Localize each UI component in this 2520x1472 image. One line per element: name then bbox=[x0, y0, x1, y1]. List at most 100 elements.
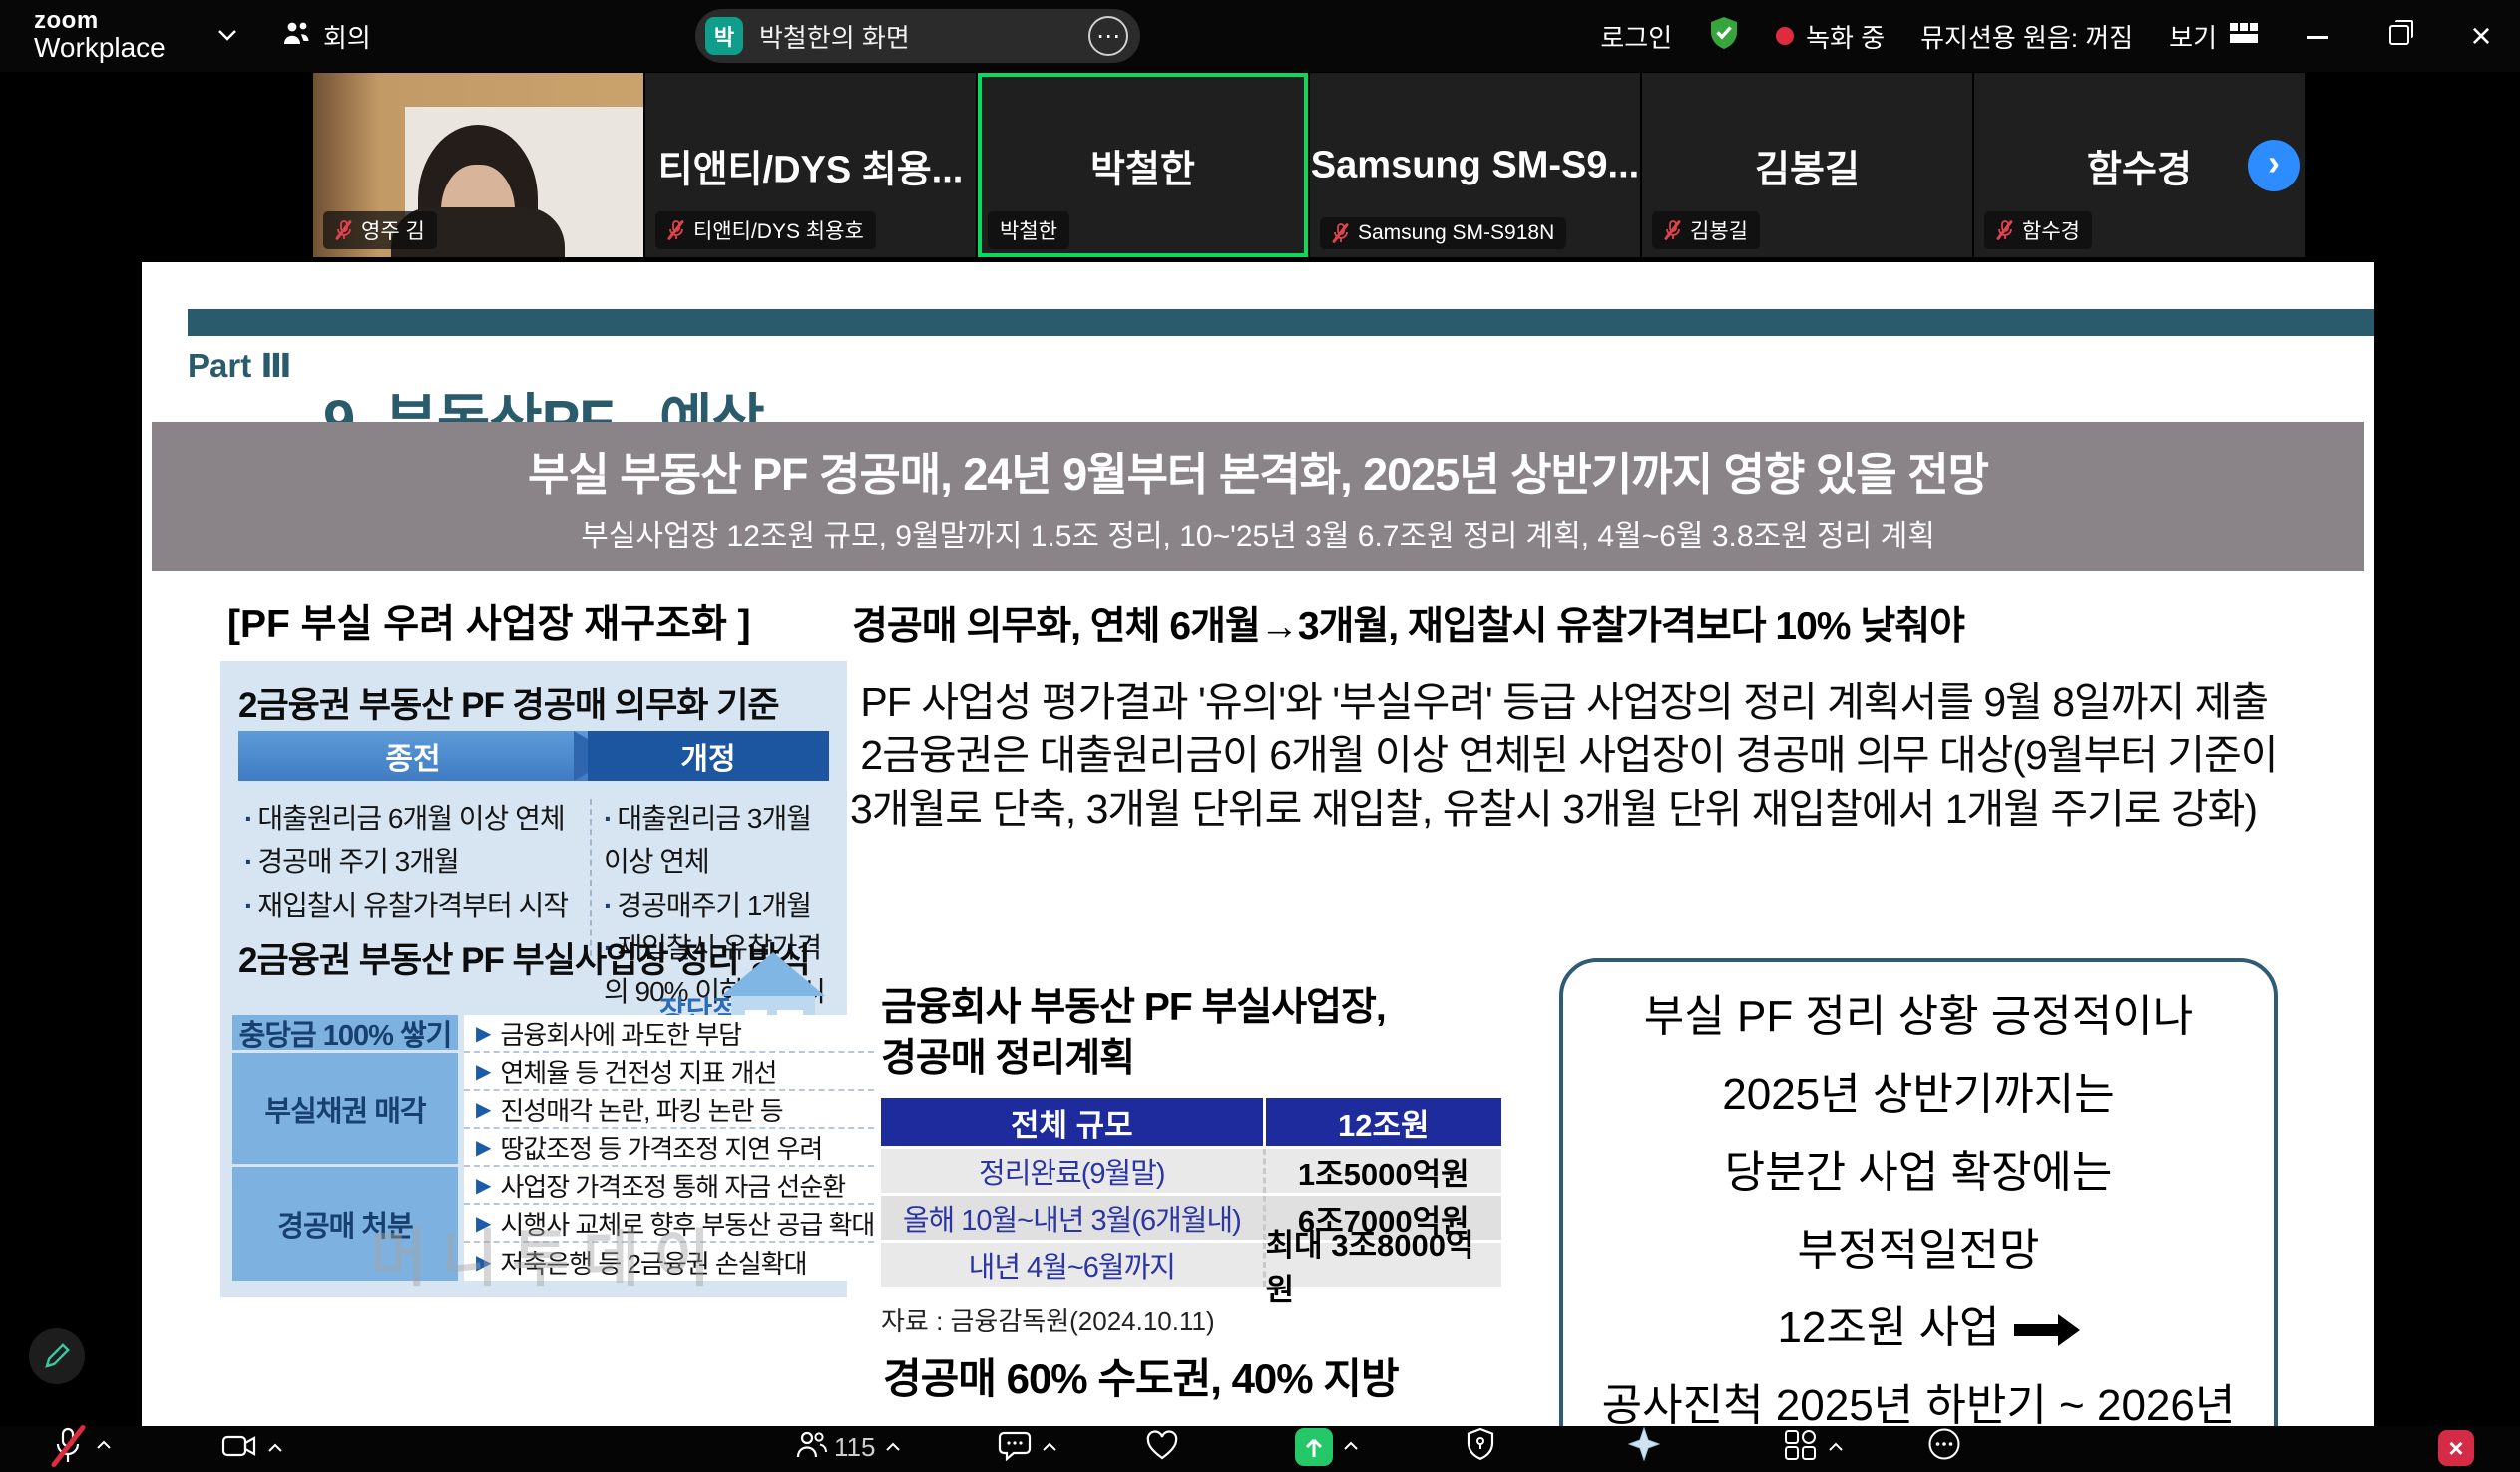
chevron-up-icon[interactable] bbox=[1343, 1438, 1359, 1456]
before-after-header: 종전 개정 bbox=[238, 731, 829, 781]
triangle-bullet-icon: ▶ bbox=[476, 1059, 490, 1084]
method-item: ▶연체율 등 건전성 지표 개선 bbox=[464, 1053, 874, 1091]
triangle-bullet-icon: ▶ bbox=[476, 1173, 490, 1198]
table-row: 내년 4월~6월까지 최대 3조8000억원 bbox=[881, 1243, 1501, 1287]
nameplate-label: 영주 김 bbox=[361, 215, 425, 245]
zoom-window: zoom Workplace 회의 박 박철한의 화면 ⋯ 로그인 녹화 중 뮤… bbox=[0, 0, 2520, 1472]
view-button[interactable]: 보기 bbox=[2169, 18, 2259, 55]
original-sound-toggle[interactable]: 뮤지션용 원음: 꺼짐 bbox=[1920, 18, 2133, 55]
bottom-note: 경공매 60% 수도권, 40% 지방 bbox=[883, 1345, 1399, 1406]
plan-table-header: 전체 규모 12조원 bbox=[881, 1098, 1501, 1146]
chevron-up-icon[interactable] bbox=[96, 1437, 112, 1455]
method-row-label: 부실채권 매각 bbox=[232, 1053, 458, 1167]
people-icon bbox=[281, 20, 311, 53]
security-shield-icon bbox=[1708, 16, 1740, 57]
nameplate: 박철한 bbox=[988, 211, 1069, 249]
restore-button[interactable] bbox=[2376, 20, 2422, 52]
chat-icon bbox=[998, 1429, 1032, 1466]
triangle-bullet-icon: ▶ bbox=[476, 1021, 490, 1046]
video-button[interactable] bbox=[221, 1431, 283, 1466]
video-tile-park-cheolhan-active[interactable]: 박철한 박철한 bbox=[978, 73, 1308, 257]
mic-muted-icon bbox=[1332, 223, 1350, 243]
camera-icon bbox=[221, 1431, 257, 1466]
meeting-toolbar: 115 × bbox=[0, 1426, 2520, 1472]
video-tile-yeongju-kim[interactable]: 영주 김 bbox=[313, 73, 643, 257]
source-caption: 자료 : 금융감독원(2024.10.11) bbox=[881, 1301, 1215, 1338]
ai-sparkle-icon bbox=[1628, 1427, 1660, 1466]
callout-line: 부실 PF 정리 상황 긍정적이나 bbox=[1563, 978, 2274, 1056]
share-screen-icon bbox=[1295, 1428, 1333, 1466]
slide-banner: 부실 부동산 PF 경공매, 24년 9월부터 본격화, 2025년 상반기까지… bbox=[152, 422, 2364, 571]
record-dot-icon bbox=[1776, 27, 1794, 45]
more-button[interactable] bbox=[1927, 1427, 1961, 1466]
chat-button[interactable] bbox=[998, 1429, 1057, 1466]
logo-line2: Workplace bbox=[34, 33, 166, 62]
mute-button[interactable] bbox=[52, 1426, 112, 1466]
logo-line1: zoom bbox=[34, 8, 166, 33]
nameplate: 티앤티/DYS 최용호 bbox=[655, 211, 876, 249]
more-ellipsis-icon bbox=[1927, 1427, 1961, 1466]
banner-headline: 부실 부동산 PF 경공매, 24년 9월부터 본격화, 2025년 상반기까지… bbox=[152, 438, 2364, 503]
shared-screen-title: 박철한의 화면 bbox=[759, 18, 1072, 55]
view-grid-icon bbox=[2229, 21, 2259, 52]
tab-meeting[interactable]: 회의 bbox=[281, 18, 371, 55]
nameplate-label: 티앤티/DYS 최용호 bbox=[693, 215, 864, 245]
close-button[interactable]: × bbox=[2458, 15, 2504, 57]
triangle-bullet-icon: ▶ bbox=[476, 1097, 490, 1122]
login-button[interactable]: 로그인 bbox=[1600, 18, 1672, 55]
nameplate-label: Samsung SM-S918N bbox=[1358, 221, 1554, 245]
plan-table-title: 금융회사 부동산 PF 부실사업장, 경공매 정리계획 bbox=[881, 982, 1386, 1085]
method-item: ▶사업장 가격조정 통해 자금 선순환 bbox=[464, 1167, 874, 1205]
nameplate: 영주 김 bbox=[323, 211, 437, 249]
before-item: 경공매 주기 3개월 bbox=[244, 840, 574, 883]
nameplate-label: 김봉길 bbox=[1690, 215, 1748, 245]
next-participants-button[interactable]: › bbox=[2248, 140, 2300, 191]
nameplate: 함수경 bbox=[1984, 211, 2092, 249]
zoom-workplace-logo: zoom Workplace bbox=[34, 8, 166, 63]
leave-meeting-button[interactable]: × bbox=[2438, 1430, 2474, 1466]
mic-muted-icon bbox=[667, 220, 685, 240]
infographic-box: 2금융권 부동산 PF 경공매 의무화 기준 종전 개정 대출원리금 6개월 이… bbox=[220, 661, 847, 1297]
participants-button[interactable]: 115 bbox=[794, 1429, 901, 1466]
mic-muted-icon bbox=[335, 220, 353, 240]
security-button[interactable] bbox=[1465, 1427, 1496, 1466]
chevron-up-icon[interactable] bbox=[885, 1439, 901, 1457]
chevron-up-icon[interactable] bbox=[1042, 1439, 1057, 1457]
ai-companion-button[interactable] bbox=[1628, 1427, 1660, 1466]
participants-count: 115 bbox=[834, 1432, 875, 1463]
minimize-button[interactable] bbox=[2295, 20, 2340, 52]
recording-label: 녹화 중 bbox=[1806, 18, 1885, 55]
recording-indicator: 녹화 중 bbox=[1776, 18, 1885, 55]
reactions-button[interactable] bbox=[1145, 1429, 1179, 1466]
chevron-up-icon[interactable] bbox=[1828, 1439, 1844, 1457]
callout-line: 2025년 상반기까지는 bbox=[1563, 1056, 2274, 1134]
leave-icon: × bbox=[2438, 1430, 2474, 1466]
triangle-bullet-icon: ▶ bbox=[476, 1135, 490, 1160]
section-heading-left: [PF 부실 우려 사업장 재구조화 ] bbox=[227, 593, 751, 649]
pencil-icon bbox=[41, 1340, 73, 1372]
after-item: 대출원리금 3개월 이상 연체 bbox=[604, 797, 829, 884]
banner-subline: 부실사업장 12조원 규모, 9월말까지 1.5조 정리, 10~'25년 3월… bbox=[152, 511, 2364, 554]
apps-button[interactable] bbox=[1784, 1429, 1844, 1466]
nameplate-label: 박철한 bbox=[1000, 215, 1057, 245]
pill-more-button[interactable]: ⋯ bbox=[1088, 16, 1128, 56]
chevron-up-icon[interactable] bbox=[267, 1440, 283, 1458]
video-tile-tnt-dys[interactable]: 티앤티/DYS 최용... 티앤티/DYS 최용호 bbox=[645, 73, 976, 257]
tile-center-name: 김봉길 bbox=[1642, 138, 1972, 192]
chevron-down-icon[interactable] bbox=[217, 28, 237, 46]
nameplate: Samsung SM-S918N bbox=[1320, 217, 1566, 249]
apps-icon bbox=[1784, 1429, 1818, 1466]
share-screen-button[interactable] bbox=[1295, 1428, 1359, 1466]
before-item: 재입찰시 유찰가격부터 시작 bbox=[244, 884, 574, 926]
participants-icon bbox=[794, 1429, 828, 1466]
slide-part-label: Part Ⅲ bbox=[188, 346, 292, 385]
mic-muted-icon bbox=[52, 1426, 86, 1466]
annotate-pencil-button[interactable] bbox=[29, 1328, 85, 1384]
video-tile-samsung[interactable]: Samsung SM-S9... Samsung SM-S918N bbox=[1310, 73, 1640, 257]
video-tile-kim-bonggil[interactable]: 김봉길 김봉길 bbox=[1642, 73, 1972, 257]
nameplate: 김봉길 bbox=[1652, 211, 1760, 249]
shield-icon bbox=[1465, 1427, 1496, 1466]
shared-screen-pill[interactable]: 박 박철한의 화면 ⋯ bbox=[695, 9, 1140, 63]
paragraph: 2금융권은 대출원리금이 6개월 이상 연체된 사업장이 경공매 의무 대상(9… bbox=[850, 732, 2288, 831]
section-heading-right: 경공매 의무화, 연체 6개월→3개월, 재입찰시 유찰가격보다 10% 낮춰야 bbox=[852, 595, 1964, 651]
